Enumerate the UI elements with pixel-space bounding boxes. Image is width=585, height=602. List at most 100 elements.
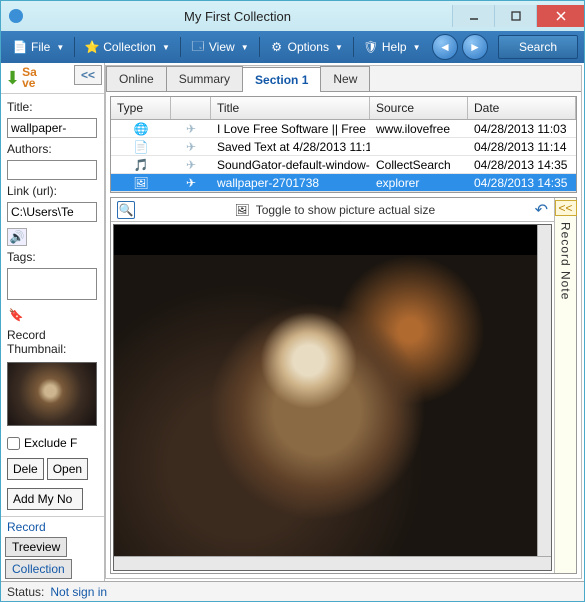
table-row[interactable]: 📄 ✈ Saved Text at 4/28/2013 11:14 04/28/… (111, 138, 576, 156)
delete-button[interactable]: Dele (7, 458, 44, 480)
menu-help[interactable]: 🛡 Help ▼ (358, 37, 427, 57)
cell-source: CollectSearch (370, 157, 468, 173)
view-icon: 🗔 (191, 40, 205, 54)
exclude-label: Exclude F (24, 436, 77, 450)
cell-title: I Love Free Software || Free So (211, 121, 370, 137)
image-area[interactable] (113, 224, 552, 571)
col-title[interactable]: Title (211, 97, 370, 119)
status-value: Not sign in (50, 585, 107, 599)
cell-date: 04/28/2013 11:14 (468, 139, 576, 155)
col-type[interactable]: Type (111, 97, 171, 119)
upper-area: ⬇ Sa ve << Title: Authors: Link (url): 🔊… (1, 63, 584, 581)
picture-icon: 🖼 (234, 203, 249, 217)
menu-bar: 📄 File ▼ ⭐ Collection ▼ 🗔 View ▼ ⚙ Optio… (1, 31, 584, 63)
cell-date: 04/28/2013 11:03 (468, 121, 576, 137)
main-panel: Online Summary Section 1 New Type Title … (105, 65, 582, 579)
image-viewer: 🔍 🖼 Toggle to show picture actual size ↶ (110, 197, 577, 574)
sidebar-top: ⬇ Sa ve << (1, 63, 104, 94)
tags-label: Tags: (7, 250, 98, 264)
authors-input[interactable] (7, 160, 97, 180)
menu-file[interactable]: 📄 File ▼ (7, 37, 70, 57)
undo-icon[interactable]: ↶ (535, 200, 548, 220)
chevron-down-icon: ▼ (241, 43, 249, 52)
window-buttons (452, 5, 584, 27)
record-note-label[interactable]: Record Note (559, 222, 573, 300)
vertical-scrollbar[interactable] (537, 225, 551, 556)
menu-view[interactable]: 🗔 View ▼ (185, 37, 255, 57)
records-table: Type Title Source Date 🌐 ✈ I Love Free S… (110, 96, 577, 193)
record-form: Title: Authors: Link (url): 🔊 Tags: 🔖 Re… (1, 94, 104, 514)
authors-label: Authors: (7, 142, 98, 156)
download-icon: ⬇ (5, 71, 20, 85)
file-icon: 📄 (13, 40, 27, 54)
menu-separator (259, 37, 260, 57)
nav-back-button[interactable]: ◄ (432, 34, 458, 60)
minimize-button[interactable] (452, 5, 494, 27)
toggle-label: Toggle to show picture actual size (256, 203, 435, 217)
send-icon: ✈ (186, 122, 196, 136)
cell-title: wallpaper-2701738 (211, 175, 370, 191)
send-icon: ✈ (186, 176, 196, 190)
add-note-button[interactable]: Add My No (7, 488, 83, 510)
table-row[interactable]: 🎵 ✈ SoundGator-default-window-1 CollectS… (111, 156, 576, 174)
search-button[interactable]: Search (498, 35, 578, 59)
horizontal-scrollbar[interactable] (114, 556, 551, 570)
menu-separator (353, 37, 354, 57)
table-row[interactable]: 🌐 ✈ I Love Free Software || Free So www.… (111, 120, 576, 138)
sidebar-collapse-button[interactable]: << (74, 65, 102, 85)
ie-icon: 🌐 (134, 122, 149, 136)
cell-title: Saved Text at 4/28/2013 11:14 (211, 139, 370, 155)
tags-input[interactable] (7, 268, 97, 300)
sound-icon[interactable]: 🔊 (7, 228, 27, 246)
options-icon: ⚙ (270, 40, 284, 54)
cell-date: 04/28/2013 14:35 (468, 175, 576, 191)
zoom-icon[interactable]: 🔍 (117, 201, 135, 219)
menu-file-label: File (31, 40, 50, 54)
menu-options[interactable]: ⚙ Options ▼ (264, 37, 349, 57)
thumbnail-image (8, 363, 96, 425)
menu-separator (180, 37, 181, 57)
menu-collection[interactable]: ⭐ Collection ▼ (79, 37, 176, 57)
treeview-tab[interactable]: Treeview (5, 537, 67, 557)
app-icon (9, 9, 23, 23)
toggle-size-button[interactable]: 🖼 Toggle to show picture actual size (143, 203, 527, 217)
cell-source: explorer (370, 175, 468, 191)
maximize-button[interactable] (494, 5, 536, 27)
displayed-image (114, 255, 537, 556)
close-button[interactable] (536, 5, 584, 27)
tab-strip: Online Summary Section 1 New (106, 66, 581, 92)
tab-summary[interactable]: Summary (166, 66, 243, 91)
tag-icon[interactable]: 🔖 (7, 306, 25, 324)
col-date[interactable]: Date (468, 97, 576, 119)
tab-section1[interactable]: Section 1 (242, 67, 321, 92)
nav-forward-button[interactable]: ► (462, 34, 488, 60)
open-button[interactable]: Open (47, 458, 88, 480)
viewer-main: 🔍 🖼 Toggle to show picture actual size ↶ (111, 198, 554, 573)
document-icon: 📄 (134, 140, 149, 154)
tab-new[interactable]: New (320, 66, 370, 91)
sidebar: ⬇ Sa ve << Title: Authors: Link (url): 🔊… (1, 63, 105, 581)
expand-notes-button[interactable]: << (555, 200, 577, 216)
tab-online[interactable]: Online (106, 66, 167, 91)
exclude-checkbox[interactable] (7, 437, 20, 450)
viewer-toolbar: 🔍 🖼 Toggle to show picture actual size ↶ (111, 198, 554, 222)
status-label: Status: (7, 585, 44, 599)
save-button[interactable]: ⬇ Sa ve (3, 65, 39, 91)
app-window: My First Collection 📄 File ▼ ⭐ Collectio… (0, 0, 585, 602)
col-blank[interactable] (171, 97, 211, 119)
title-label: Title: (7, 100, 98, 114)
table-header: Type Title Source Date (111, 97, 576, 120)
menu-separator (74, 37, 75, 57)
record-link[interactable]: Record (1, 516, 104, 537)
col-source[interactable]: Source (370, 97, 468, 119)
cell-source: www.ilovefree (370, 121, 468, 137)
cell-date: 04/28/2013 14:35 (468, 157, 576, 173)
link-input[interactable] (7, 202, 97, 222)
title-input[interactable] (7, 118, 97, 138)
collection-tab[interactable]: Collection (5, 559, 72, 579)
chevron-down-icon: ▼ (56, 43, 64, 52)
table-row[interactable]: 🖼 ✈ wallpaper-2701738 explorer 04/28/201… (111, 174, 576, 192)
record-thumbnail[interactable] (7, 362, 97, 426)
collection-icon: ⭐ (85, 40, 99, 54)
sidebar-bottom: Record Treeview Collection (1, 516, 104, 581)
